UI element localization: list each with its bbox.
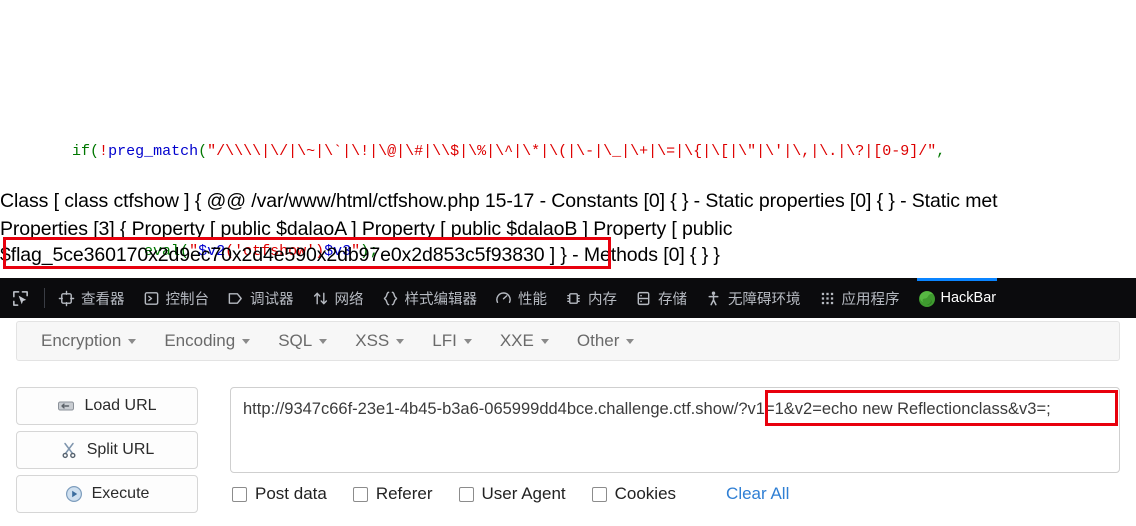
console-icon	[143, 290, 160, 307]
chevron-down-icon	[396, 338, 405, 344]
flag-text: $flag_5ce360170x2d9ec70x2d4e590x2db97e0x…	[0, 244, 545, 266]
checkbox-referer[interactable]: Referer	[352, 484, 433, 504]
execute-button[interactable]: Execute	[16, 475, 198, 513]
chevron-down-icon	[626, 338, 635, 344]
chevron-down-icon	[540, 338, 549, 344]
menu-xxe-label: XXE	[499, 331, 534, 350]
network-icon	[312, 290, 329, 307]
element-picker-icon[interactable]	[0, 278, 40, 318]
load-url-label: Load URL	[84, 397, 157, 414]
checkbox-cookies-label: Cookies	[614, 484, 677, 503]
storage-icon	[635, 290, 652, 307]
menu-xss[interactable]: XSS	[341, 322, 418, 360]
tab-application-label: 应用程序	[841, 291, 900, 308]
load-url-icon	[57, 397, 75, 415]
inspector-icon	[58, 290, 75, 307]
firefox-icon	[918, 290, 935, 307]
tab-debugger-label: 调试器	[250, 291, 294, 308]
tab-accessibility[interactable]: 无障碍环境	[696, 278, 810, 318]
tab-memory[interactable]: 内存	[556, 278, 626, 318]
checkbox-user-agent-label: User Agent	[481, 484, 566, 503]
reflection-output-line-3: $flag_5ce360170x2d9ec70x2d4e590x2db97e0x…	[0, 244, 720, 267]
tab-performance-label: 性能	[518, 291, 547, 308]
play-icon	[65, 485, 83, 503]
chevron-down-icon	[319, 338, 328, 344]
split-url-label: Split URL	[86, 441, 155, 458]
tab-application[interactable]: 应用程序	[810, 278, 909, 318]
hackbar-options-row: Post data Referer User Agent Cookies Cle…	[232, 484, 789, 504]
hackbar-menubar: Encryption Encoding SQL XSS LFI XXE Othe…	[16, 321, 1120, 361]
tab-accessibility-label: 无障碍环境	[728, 291, 801, 308]
reflection-output-tail: ] } - Methods [0] { } }	[549, 244, 720, 266]
menu-xxe[interactable]: XXE	[486, 322, 563, 360]
tab-storage[interactable]: 存储	[626, 278, 696, 318]
scissors-icon	[60, 441, 78, 459]
tab-debugger[interactable]: 调试器	[218, 278, 303, 318]
checkbox-icon[interactable]	[352, 486, 368, 502]
browser-page-content: preg_match if(!preg_match("/\\\\|\/|\~|\…	[0, 0, 1136, 278]
tab-inspector-label: 查看器	[81, 291, 125, 308]
chevron-down-icon	[128, 338, 137, 344]
menu-sql[interactable]: SQL	[264, 322, 341, 360]
checkbox-post-data-label: Post data	[255, 484, 327, 503]
clear-all-link[interactable]: Clear All	[726, 484, 789, 504]
menu-xss-label: XSS	[355, 331, 390, 350]
tab-hackbar[interactable]: HackBar	[909, 278, 1006, 318]
application-icon	[819, 290, 836, 307]
toolbar-divider	[44, 288, 45, 308]
tab-performance[interactable]: 性能	[486, 278, 556, 318]
memory-icon	[565, 290, 582, 307]
hackbar-action-buttons: Load URL Split URL Execute	[16, 387, 208, 519]
checkbox-referer-label: Referer	[375, 484, 433, 503]
performance-icon	[495, 290, 512, 307]
tab-hackbar-label: HackBar	[940, 290, 997, 306]
tab-inspector[interactable]: 查看器	[49, 278, 134, 318]
url-field-wrapper	[230, 387, 1120, 473]
hackbar-body: Load URL Split URL Execute http://9347c6…	[0, 368, 1136, 526]
chevron-down-icon	[242, 338, 251, 344]
tab-network-label: 网络	[334, 291, 364, 308]
menu-encoding[interactable]: Encoding	[150, 322, 264, 360]
checkbox-post-data[interactable]: Post data	[232, 484, 327, 504]
tab-console[interactable]: 控制台	[134, 278, 219, 318]
tab-console-label: 控制台	[165, 291, 210, 308]
checkbox-user-agent[interactable]: User Agent	[458, 484, 566, 504]
chevron-down-icon	[463, 338, 472, 344]
reflection-output-line-1: Class [ class ctfshow ] { @@ /var/www/ht…	[0, 190, 998, 212]
style-editor-icon	[382, 290, 399, 307]
hackbar-panel: Encryption Encoding SQL XSS LFI XXE Othe…	[0, 318, 1136, 526]
menu-other-label: Other	[576, 331, 620, 350]
tab-storage-label: 存储	[658, 291, 687, 308]
execute-label: Execute	[91, 485, 150, 502]
load-url-button[interactable]: Load URL	[16, 387, 198, 425]
menu-other[interactable]: Other	[563, 322, 649, 360]
menu-encryption[interactable]: Encryption	[27, 322, 150, 360]
checkbox-icon[interactable]	[591, 486, 607, 502]
tab-memory-label: 内存	[588, 291, 617, 308]
accessibility-icon	[705, 290, 722, 307]
menu-encryption-label: Encryption	[41, 331, 122, 350]
tab-network[interactable]: 网络	[303, 278, 373, 318]
reflection-output-line-2: Properties [3] { Property [ public $dala…	[0, 218, 733, 240]
split-url-button[interactable]: Split URL	[16, 431, 198, 469]
menu-lfi-label: LFI	[432, 331, 457, 350]
devtools-tabbar: 查看器 控制台 调试器 网络 样式编辑器 性能 内存 存储 无障碍环境 应用程序…	[0, 278, 1136, 318]
checkbox-cookies[interactable]: Cookies	[591, 484, 677, 504]
code-line-partial-top: preg_match	[0, 39, 1136, 64]
tab-style-editor-label: 样式编辑器	[404, 291, 478, 308]
debugger-icon	[227, 290, 244, 307]
checkbox-icon[interactable]	[232, 486, 247, 502]
code-line-if-pregmatch: if(!preg_match("/\\\\|\/|\~|\`|\!|\@|\#|…	[72, 143, 946, 160]
menu-sql-label: SQL	[278, 331, 313, 350]
menu-lfi[interactable]: LFI	[418, 322, 486, 360]
tab-style-editor[interactable]: 样式编辑器	[373, 278, 487, 318]
url-input[interactable]	[230, 387, 1120, 473]
checkbox-icon[interactable]	[458, 486, 474, 502]
menu-encoding-label: Encoding	[164, 331, 236, 350]
screenshot-root: preg_match if(!preg_match("/\\\\|\/|\~|\…	[0, 0, 1136, 526]
